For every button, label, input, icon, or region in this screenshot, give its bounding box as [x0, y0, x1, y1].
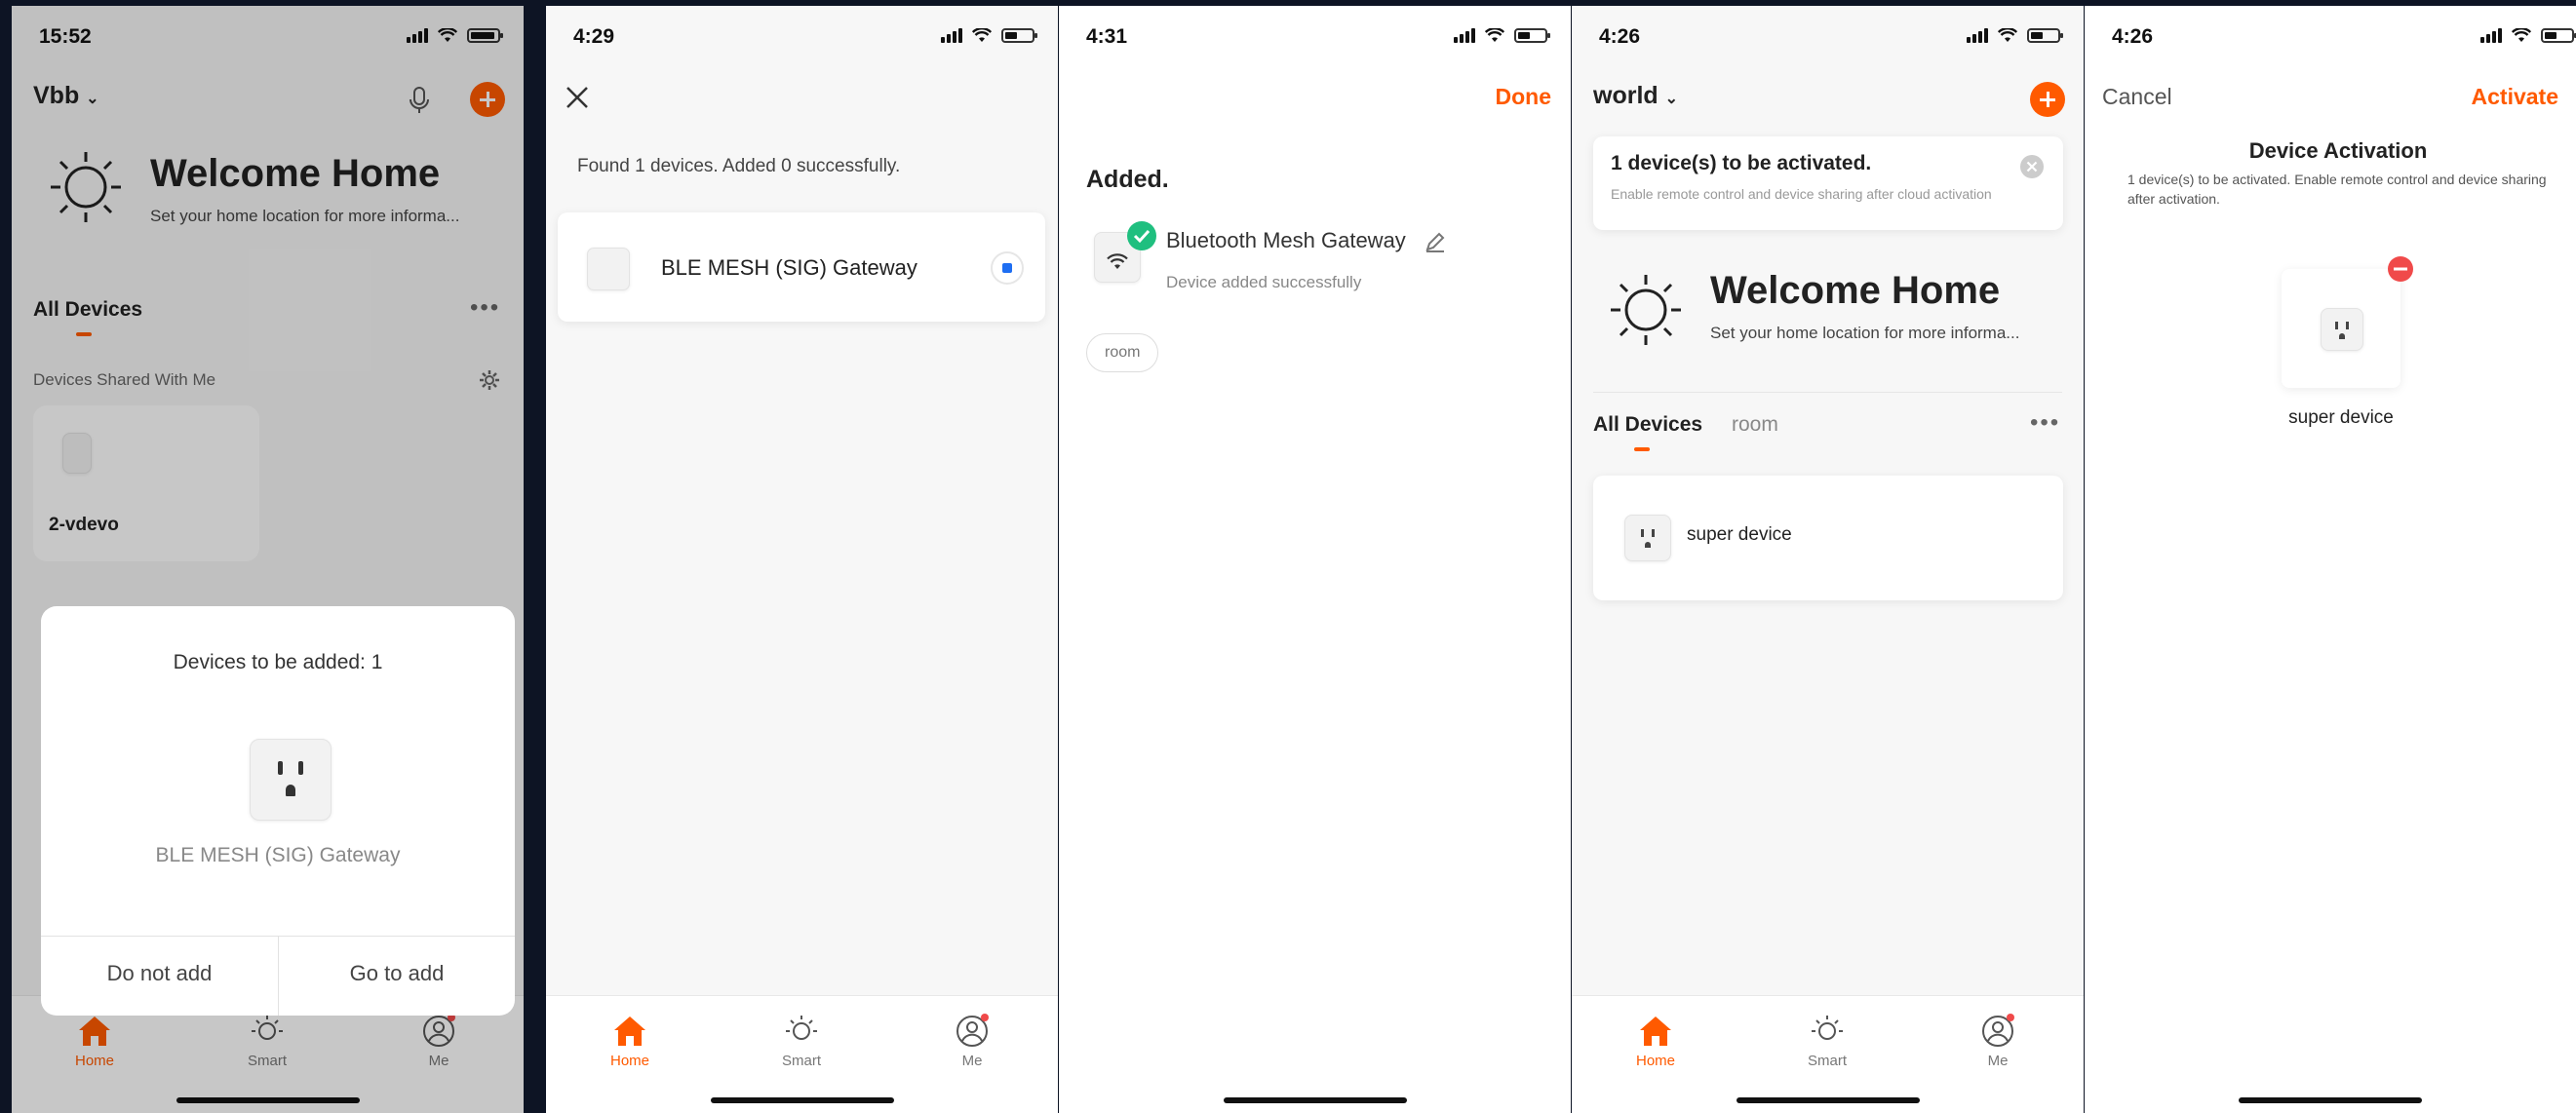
device-card[interactable]: super device: [1593, 476, 2063, 600]
battery-icon: [2027, 27, 2063, 43]
screen-found-devices: 4:29 Found 1 devices. Added 0 successful…: [546, 6, 1058, 1113]
wifi-icon: [1485, 27, 1504, 42]
tab-bar: Home Smart Me: [1572, 995, 2084, 1113]
do-not-add-button[interactable]: Do not add: [41, 961, 278, 986]
remove-icon[interactable]: [2387, 255, 2414, 283]
device-thumbnail-icon: [587, 248, 630, 290]
wifi-icon: [1107, 253, 1128, 269]
tab-me-label: Me: [1987, 1053, 2009, 1069]
sun-icon: [1611, 275, 1681, 345]
socket-icon: [250, 739, 332, 821]
tab-me[interactable]: Me: [923, 1012, 1021, 1069]
status-time: 4:29: [573, 25, 615, 48]
tab-me-label: Me: [961, 1053, 983, 1069]
profile-icon: [1982, 1014, 2014, 1047]
status-time: 4:31: [1086, 25, 1128, 48]
smart-sun-icon: [786, 1016, 817, 1040]
tab-smart[interactable]: Smart: [753, 1012, 850, 1069]
tab-home[interactable]: Home: [581, 1012, 679, 1069]
home-icon: [614, 1017, 645, 1046]
divider: [1593, 392, 2062, 393]
wifi-icon: [2512, 27, 2531, 42]
close-icon[interactable]: [564, 84, 591, 111]
home-indicator: [1223, 1097, 1407, 1103]
screen-device-activation: 4:26 Cancel Activate Device Activation 1…: [2085, 6, 2576, 1113]
close-circle-icon[interactable]: [2019, 154, 2045, 179]
socket-icon: [1624, 515, 1671, 561]
tab-home[interactable]: Home: [1607, 1012, 1704, 1069]
device-name: super device: [2288, 407, 2394, 428]
done-button[interactable]: Done: [1496, 84, 1552, 110]
activation-banner[interactable]: 1 device(s) to be activated. Enable remo…: [1593, 136, 2063, 230]
status-bar: 4:31: [1059, 6, 1571, 68]
tab-room[interactable]: room: [1732, 413, 1778, 437]
welcome-subtitle[interactable]: Set your home location for more informa.…: [1710, 324, 2019, 343]
banner-title: 1 device(s) to be activated.: [1611, 152, 1872, 174]
banner-desc: Enable remote control and device sharing…: [1611, 186, 1992, 202]
battery-icon: [1514, 27, 1550, 43]
status-bar: 4:29: [546, 6, 1058, 68]
home-name: world: [1593, 82, 1659, 109]
activation-desc: 1 device(s) to be activated. Enable remo…: [2127, 172, 2547, 207]
signal-icon: [1967, 27, 1988, 43]
home-icon: [1640, 1017, 1671, 1046]
device-tile[interactable]: [2282, 269, 2400, 388]
signal-icon: [941, 27, 962, 43]
tab-home-label: Home: [1635, 1053, 1675, 1069]
found-device-name: BLE MESH (SIG) Gateway: [661, 255, 917, 280]
added-device-name: Bluetooth Mesh Gateway: [1166, 228, 1406, 252]
more-icon[interactable]: •••: [2030, 409, 2060, 437]
activate-button[interactable]: Activate: [2472, 84, 2558, 110]
wifi-icon: [1998, 27, 2017, 42]
battery-icon: [1001, 27, 1037, 43]
home-selector[interactable]: world ⌄: [1593, 82, 1678, 110]
status-bar: 4:26: [2085, 6, 2576, 68]
socket-icon: [2321, 308, 2363, 351]
tab-me[interactable]: Me: [1949, 1012, 2047, 1069]
found-devices-text: Found 1 devices. Added 0 successfully.: [577, 156, 901, 176]
device-status: Device added successfully: [1166, 273, 1362, 291]
device-name: super device: [1687, 524, 1792, 545]
found-device-row[interactable]: BLE MESH (SIG) Gateway: [558, 212, 1045, 322]
home-indicator: [710, 1097, 894, 1103]
signal-icon: [1454, 27, 1475, 43]
cancel-button[interactable]: Cancel: [2102, 84, 2172, 110]
room-chip[interactable]: room: [1086, 333, 1159, 372]
welcome-title: Welcome Home: [1710, 269, 2001, 312]
loading-spinner-icon: [991, 251, 1024, 285]
screen-home-world: 4:26 world ⌄ 1 device(s) to be activated…: [1572, 6, 2084, 1113]
tab-indicator: [1634, 447, 1650, 451]
dialog-device-name: BLE MESH (SIG) Gateway: [155, 844, 401, 866]
tab-smart[interactable]: Smart: [1778, 1012, 1876, 1069]
added-title: Added.: [1086, 166, 1169, 193]
smart-sun-icon: [1812, 1016, 1843, 1040]
tab-all-devices[interactable]: All Devices: [1593, 413, 1702, 437]
tab-smart-label: Smart: [1807, 1053, 1847, 1069]
battery-icon: [2541, 27, 2576, 43]
tab-bar: Home Smart Me: [546, 995, 1058, 1113]
home-indicator: [2239, 1097, 2422, 1103]
add-device-button[interactable]: [2030, 82, 2065, 117]
dialog-title: Devices to be added: 1: [173, 651, 383, 673]
home-indicator: [1736, 1097, 1920, 1103]
chevron-down-icon: ⌄: [1664, 91, 1679, 107]
screen-added: 4:31 Done Added. Bluetooth Mesh Gateway …: [1059, 6, 1571, 1113]
add-device-dialog: Devices to be added: 1 BLE MESH (SIG) Ga…: [41, 606, 515, 1016]
tab-home-label: Home: [609, 1053, 649, 1069]
check-circle-icon: [1127, 221, 1156, 250]
page-title: Device Activation: [2248, 138, 2428, 163]
status-time: 4:26: [2112, 25, 2154, 48]
go-to-add-button[interactable]: Go to add: [279, 961, 515, 986]
signal-icon: [2480, 27, 2502, 43]
profile-icon: [956, 1014, 989, 1047]
edit-pencil-icon[interactable]: [1424, 230, 1447, 253]
screen-home-add-dialog: 15:52 Vbb ⌄ Welcome Home Set your home l…: [12, 6, 524, 1113]
status-time: 4:26: [1599, 25, 1641, 48]
status-bar: 4:26: [1572, 6, 2084, 68]
wifi-icon: [972, 27, 992, 42]
tab-smart-label: Smart: [781, 1053, 821, 1069]
